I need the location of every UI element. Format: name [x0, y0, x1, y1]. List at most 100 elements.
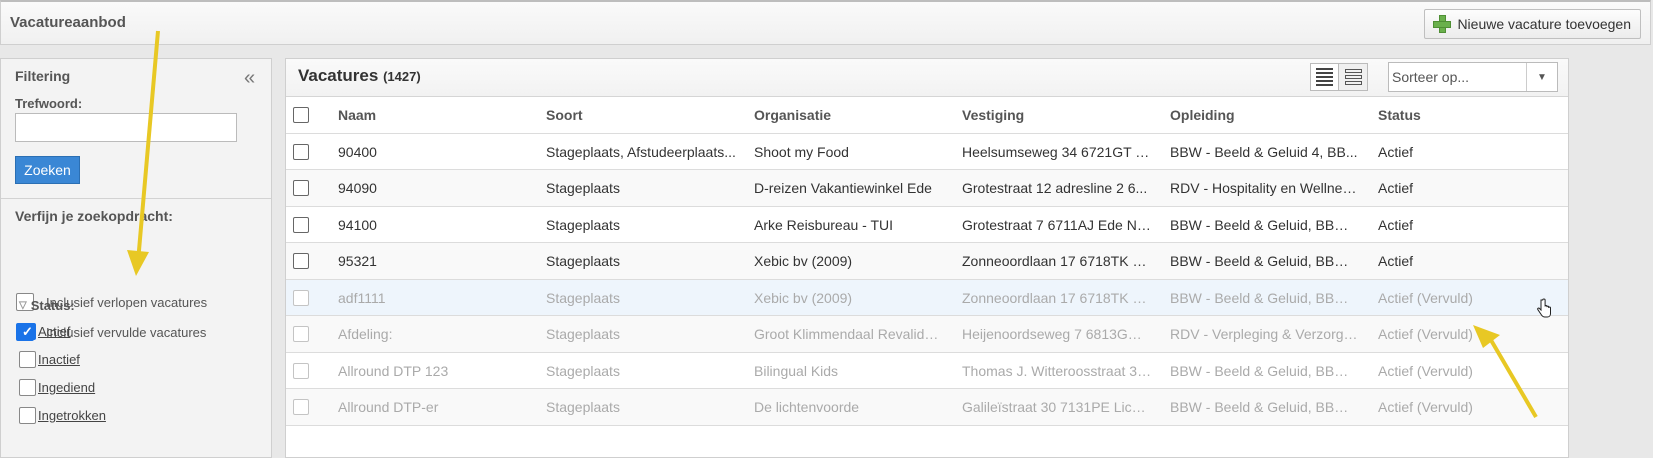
- cell-organisatie: Bilingual Kids: [754, 362, 839, 379]
- column-header-status[interactable]: Status: [1378, 97, 1558, 133]
- panel-header: Vacatures (1427) Sorteer op... ▼: [286, 59, 1568, 97]
- cell-soort: Stageplaats: [546, 289, 620, 306]
- sort-select-value: Sorteer op...: [1392, 69, 1470, 85]
- row-checkbox[interactable]: [293, 143, 309, 160]
- add-vacancy-label: Nieuwe vacature toevoegen: [1457, 16, 1631, 32]
- cell-organisatie: Xebic bv (2009): [754, 289, 853, 306]
- collapse-sidebar-icon[interactable]: «: [244, 68, 255, 88]
- cell-status: Actief (Vervuld): [1378, 362, 1473, 379]
- plus-icon: [1433, 15, 1452, 33]
- cell-naam[interactable]: Allround DTP 123: [338, 353, 528, 389]
- table-row[interactable]: 90400 Stageplaats, Afstudeerplaats... Shoo…: [286, 134, 1568, 170]
- list-view-button[interactable]: [1310, 63, 1339, 91]
- cell-organisatie: Xebic bv (2009): [754, 253, 853, 269]
- cell-status: Actief: [1378, 180, 1414, 196]
- table-row[interactable]: 94100 Stageplaats Arke Reisbureau - TUI Gro…: [286, 207, 1568, 243]
- page-title: Vacatureaanbod: [10, 14, 126, 31]
- column-header-soort[interactable]: Soort: [546, 97, 736, 133]
- select-all-checkbox[interactable]: [293, 107, 309, 123]
- status-section-header[interactable]: ▽ Status:: [19, 298, 75, 313]
- status-label[interactable]: Ingediend: [38, 380, 95, 395]
- status-checkbox[interactable]: [19, 407, 36, 424]
- collapse-triangle-icon: ▽: [19, 300, 27, 311]
- cell-soort: Stageplaats: [546, 399, 620, 415]
- cell-vestiging: Heelsumseweg 34 6721GT B...: [962, 143, 1152, 160]
- cell-opleiding: RDV - Verpleging & Verzorging: [1170, 326, 1360, 342]
- card-view-icon: [1344, 69, 1362, 85]
- cell-opleiding: BBW - Beeld & Geluid, BBW ...: [1170, 216, 1360, 233]
- hand-cursor-icon: [1537, 298, 1551, 318]
- cell-status: Actief: [1378, 216, 1414, 233]
- chevron-down-icon[interactable]: ▼: [1526, 63, 1557, 91]
- cell-naam[interactable]: 95321: [338, 243, 528, 279]
- column-header-organisatie[interactable]: Organisatie: [754, 97, 944, 133]
- panel-title-text: Vacatures: [298, 66, 379, 85]
- cell-naam[interactable]: Afdeling:: [338, 316, 528, 352]
- cell-vestiging: Thomas J. Witteroosstraat 37...: [962, 362, 1152, 379]
- table-row[interactable]: Afdeling: Stageplaats Groot Klimmendaal Re…: [286, 316, 1568, 353]
- cell-opleiding: BBW - Beeld & Geluid, BBW ...: [1170, 253, 1360, 269]
- cell-soort: Stageplaats: [546, 362, 620, 379]
- cell-organisatie: De lichtenvoorde: [754, 399, 860, 415]
- panel-title: Vacatures (1427): [298, 66, 421, 86]
- row-checkbox[interactable]: [293, 399, 309, 415]
- column-header-vestiging[interactable]: Vestiging: [962, 97, 1152, 133]
- cell-naam[interactable]: Allround DTP-er: [338, 389, 528, 425]
- cell-opleiding: BBW - Beeld & Geluid, BBW ...: [1170, 289, 1360, 306]
- keyword-input[interactable]: [15, 113, 237, 142]
- cell-naam[interactable]: adf1111: [338, 280, 528, 316]
- card-view-button[interactable]: [1339, 63, 1368, 91]
- cell-status: Actief (Vervuld): [1378, 326, 1473, 342]
- table-row[interactable]: adf1111 Stageplaats Xebic bv (2009) Zonneoo…: [286, 279, 1568, 316]
- cell-naam[interactable]: 94100: [338, 207, 528, 243]
- filter-title: Filtering: [15, 68, 71, 84]
- keyword-label: Trefwoord:: [15, 96, 83, 111]
- status-checkbox[interactable]: [19, 351, 36, 368]
- cell-naam[interactable]: 94090: [338, 170, 528, 206]
- list-view-icon: [1316, 68, 1333, 86]
- row-checkbox[interactable]: [293, 326, 309, 342]
- status-filter-ingetrokken[interactable]: Ingetrokken: [19, 407, 106, 424]
- status-label[interactable]: Inactief: [38, 352, 80, 367]
- cell-vestiging: Grotestraat 12 adresline 2 6...: [962, 180, 1148, 196]
- cell-organisatie: Groot Klimmendaal Revalidat...: [754, 326, 944, 342]
- table-row[interactable]: Allround DTP-er Stageplaats De lichtenvoor…: [286, 389, 1568, 426]
- table-row[interactable]: 95321 Stageplaats Xebic bv (2009) Zonneoord…: [286, 243, 1568, 280]
- divider: [1, 198, 271, 199]
- status-filter-inactief[interactable]: Inactief: [19, 351, 80, 368]
- cell-soort: Stageplaats, Afstudeerplaats...: [546, 143, 736, 160]
- add-vacancy-button[interactable]: Nieuwe vacature toevoegen: [1424, 9, 1641, 39]
- table-row[interactable]: Allround DTP 123 Stageplaats Bilingual Kid…: [286, 353, 1568, 389]
- filter-sidebar: Filtering « Trefwoord: Zoeken Verfijn je…: [0, 58, 272, 458]
- row-checkbox[interactable]: [293, 216, 309, 233]
- status-label[interactable]: Actief: [38, 324, 71, 339]
- sort-select[interactable]: Sorteer op... ▼: [1388, 62, 1558, 92]
- cell-vestiging: Heijenoordseweg 7 6813GG ...: [962, 326, 1152, 342]
- row-checkbox[interactable]: [293, 362, 309, 379]
- cell-vestiging: Grotestraat 7 6711AJ Ede Ne...: [962, 216, 1152, 233]
- cell-soort: Stageplaats: [546, 180, 620, 196]
- cell-opleiding: BBW - Beeld & Geluid, BBW ...: [1170, 399, 1360, 415]
- status-filter-actief[interactable]: ✓ Actief: [19, 323, 71, 340]
- status-checkbox[interactable]: ✓: [19, 323, 36, 340]
- cell-opleiding: RDV - Hospitality en Wellnesss: [1170, 180, 1360, 196]
- search-button[interactable]: Zoeken: [15, 156, 80, 184]
- cell-vestiging: Zonneoordlaan 17 6718TK E...: [962, 289, 1152, 306]
- top-bar: Vacatureaanbod Nieuwe vacature toevoegen: [0, 0, 1651, 45]
- row-checkbox[interactable]: [293, 253, 309, 269]
- cell-opleiding: BBW - Beeld & Geluid, BBW ...: [1170, 362, 1360, 379]
- status-checkbox[interactable]: [19, 379, 36, 396]
- cell-vestiging: Zonneoordlaan 17 6718TK E...: [962, 253, 1152, 269]
- row-checkbox[interactable]: [293, 289, 309, 306]
- cell-vestiging: Galileïstraat 30 7131PE Licht...: [962, 399, 1152, 415]
- cell-status: Actief (Vervuld): [1378, 289, 1473, 306]
- column-header-naam[interactable]: Naam: [338, 97, 528, 133]
- table-row[interactable]: 94090 Stageplaats D-reizen Vakantiewinkel …: [286, 170, 1568, 207]
- row-checkbox[interactable]: [293, 180, 309, 196]
- status-title: Status:: [30, 298, 75, 313]
- cell-naam[interactable]: 90400: [338, 134, 528, 170]
- status-label[interactable]: Ingetrokken: [38, 408, 106, 423]
- vacancies-panel: Vacatures (1427) Sorteer op... ▼ Naam So…: [285, 58, 1569, 458]
- status-filter-ingediend[interactable]: Ingediend: [19, 379, 95, 396]
- column-header-opleiding[interactable]: Opleiding: [1170, 97, 1360, 133]
